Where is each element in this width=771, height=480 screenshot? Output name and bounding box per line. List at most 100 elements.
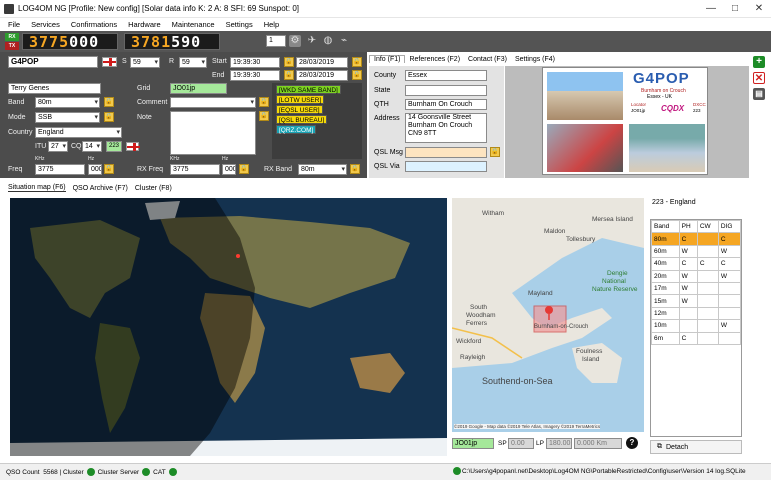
lock-note-icon[interactable]: 🔒 [259, 111, 269, 121]
lock-mode-icon[interactable]: 🔒 [104, 112, 114, 122]
grid-input[interactable]: JO01jp [170, 83, 227, 94]
menu-confirmations[interactable]: Confirmations [71, 20, 117, 29]
slot-stepper[interactable]: 1 [266, 35, 286, 47]
maximize-button[interactable]: □ [723, 0, 747, 18]
close-button[interactable]: ✕ [747, 0, 771, 18]
situation-world-map[interactable] [10, 198, 447, 456]
place-woodham: Woodham [466, 312, 496, 319]
band-select[interactable]: 80m [35, 97, 100, 108]
qsl-msg-label: QSL Msg [374, 149, 403, 156]
place-burnham: Burnham-on-Crouch [534, 324, 589, 330]
tab-info[interactable]: Info (F1) [369, 55, 406, 63]
tag-qrz[interactable]: [QRZ.COM] [276, 125, 317, 134]
settings-icon[interactable]: ⚙ [289, 35, 301, 47]
qso-count-label: QSO Count [6, 468, 40, 476]
england-flag-icon [102, 57, 117, 67]
lock-comment-icon[interactable]: 🔒 [259, 97, 269, 107]
place-mersea: Mersea Island [592, 216, 633, 223]
rst-rcvd-select[interactable]: 59 [179, 57, 207, 68]
lock-start-time-icon[interactable]: 🔒 [284, 57, 294, 67]
r-label: R [169, 58, 175, 65]
comment-input[interactable] [170, 97, 256, 108]
county-input[interactable]: Essex [405, 70, 487, 81]
info-panel: County Essex State QTH Burnham On Crouch… [369, 66, 504, 178]
card-county: Essex - UK [647, 94, 673, 100]
rx-freq-hz-input[interactable]: 000 [222, 164, 236, 175]
status-bar: QSO Count 5568 | Cluster Cluster Server … [0, 463, 771, 480]
card-callsign: G4POP [633, 70, 690, 87]
dxcc-badge: 223 [106, 141, 122, 152]
note-textarea[interactable] [170, 111, 256, 155]
add-icon[interactable]: + [753, 56, 765, 68]
start-label: Start [212, 58, 227, 65]
tab-qso-archive[interactable]: QSO Archive (F7) [73, 185, 128, 192]
end-time-input[interactable]: 19:39:30 [230, 70, 280, 81]
freq-input[interactable]: 3775 [35, 164, 85, 175]
rst-sent-select[interactable]: 59 [130, 57, 160, 68]
qsl-via-input[interactable] [405, 161, 487, 172]
mode-select[interactable]: SSB [35, 112, 100, 123]
start-date-input[interactable]: 28/03/2019 [296, 57, 348, 68]
rx-band-label: RX Band [264, 166, 293, 173]
freq-hz-input[interactable]: 000 [88, 164, 102, 175]
name-input[interactable]: Terry Genes [8, 83, 101, 94]
menu-help[interactable]: Help [264, 20, 279, 29]
menu-services[interactable]: Services [31, 20, 60, 29]
card-locator: JO01jp [631, 108, 646, 113]
lock-start-date-icon[interactable]: 🔒 [352, 57, 362, 67]
country-select[interactable]: England [35, 127, 122, 138]
cluster-server-status-icon [142, 468, 151, 476]
cat-label: CAT [153, 468, 166, 476]
start-time-input[interactable]: 19:39:30 [230, 57, 280, 68]
rx-freq-input[interactable]: 3775 [170, 164, 220, 175]
lock-end-date-icon[interactable]: 🔒 [352, 70, 362, 80]
band-label: Band [8, 99, 25, 106]
lock-qsl-msg-icon[interactable]: 🔒 [490, 147, 500, 157]
tab-settings[interactable]: Settings (F4) [511, 56, 559, 63]
end-date-input[interactable]: 28/03/2019 [296, 70, 348, 81]
photo-operator [547, 124, 623, 172]
menu-hardware[interactable]: Hardware [128, 20, 161, 29]
app-icon [4, 3, 14, 14]
help-icon[interactable]: ? [626, 437, 638, 449]
lock-freq-icon[interactable]: 🔒 [104, 164, 114, 174]
tx-indicator: TX [5, 42, 19, 50]
tab-situation-map[interactable]: Situation map (F6) [8, 184, 66, 192]
menu-settings[interactable]: Settings [226, 20, 253, 29]
cancel-icon[interactable]: ✕ [753, 72, 765, 84]
hz-label: Hz [88, 156, 95, 162]
lock-band-icon[interactable]: 🔒 [104, 97, 114, 107]
qth-input[interactable]: Burnham On Crouch [405, 99, 487, 110]
table-row: 40m C C C [651, 257, 742, 271]
rx-frequency-display[interactable]: 3775 000 [22, 33, 118, 51]
qsl-card-image: G4POP Burnham on Crouch Essex - UK Locat… [542, 67, 708, 175]
tab-cluster[interactable]: Cluster (F8) [135, 185, 172, 192]
lp-label: LP [536, 440, 544, 447]
place-tollesbury: Tollesbury [566, 236, 596, 243]
itu-select[interactable]: 27 [48, 141, 68, 152]
card-export-icon[interactable]: ▤ [753, 88, 765, 100]
address-textarea[interactable]: 14 Goonsville Street Burnham On Crouch C… [405, 113, 487, 143]
lock-rx-freq-icon[interactable]: 🔒 [239, 164, 249, 174]
tab-contact[interactable]: Contact (F3) [464, 56, 511, 63]
photo-street [547, 72, 623, 120]
menu-file[interactable]: File [8, 20, 20, 29]
table-row: 6m C [651, 331, 742, 345]
satellite-icon[interactable]: ✈ [306, 35, 318, 47]
lock-end-time-icon[interactable]: 🔒 [284, 70, 294, 80]
tx-frequency-display[interactable]: 3781 590 [124, 33, 220, 51]
globe-icon[interactable]: ◍ [322, 35, 334, 47]
callsign-input[interactable]: G4POP [8, 56, 98, 68]
detach-button[interactable]: ⧉ Detach [650, 440, 742, 454]
state-input[interactable] [405, 85, 487, 96]
tab-references[interactable]: References (F2) [405, 56, 464, 63]
cq-select[interactable]: 14 [82, 141, 102, 152]
location-detail-map[interactable]: Witham Mersea Island Maldon Tollesbury D… [452, 198, 644, 432]
antenna-icon[interactable]: ⌁ [338, 35, 350, 47]
qsl-msg-input[interactable] [405, 147, 487, 158]
minimize-button[interactable]: — [699, 0, 723, 18]
rx-band-select[interactable]: 80m [298, 164, 347, 175]
window-title: LOG4OM NG [Profile: New config] [Solar d… [18, 4, 300, 13]
menu-maintenance[interactable]: Maintenance [172, 20, 215, 29]
lock-rx-band-icon[interactable]: 🔒 [350, 164, 360, 174]
